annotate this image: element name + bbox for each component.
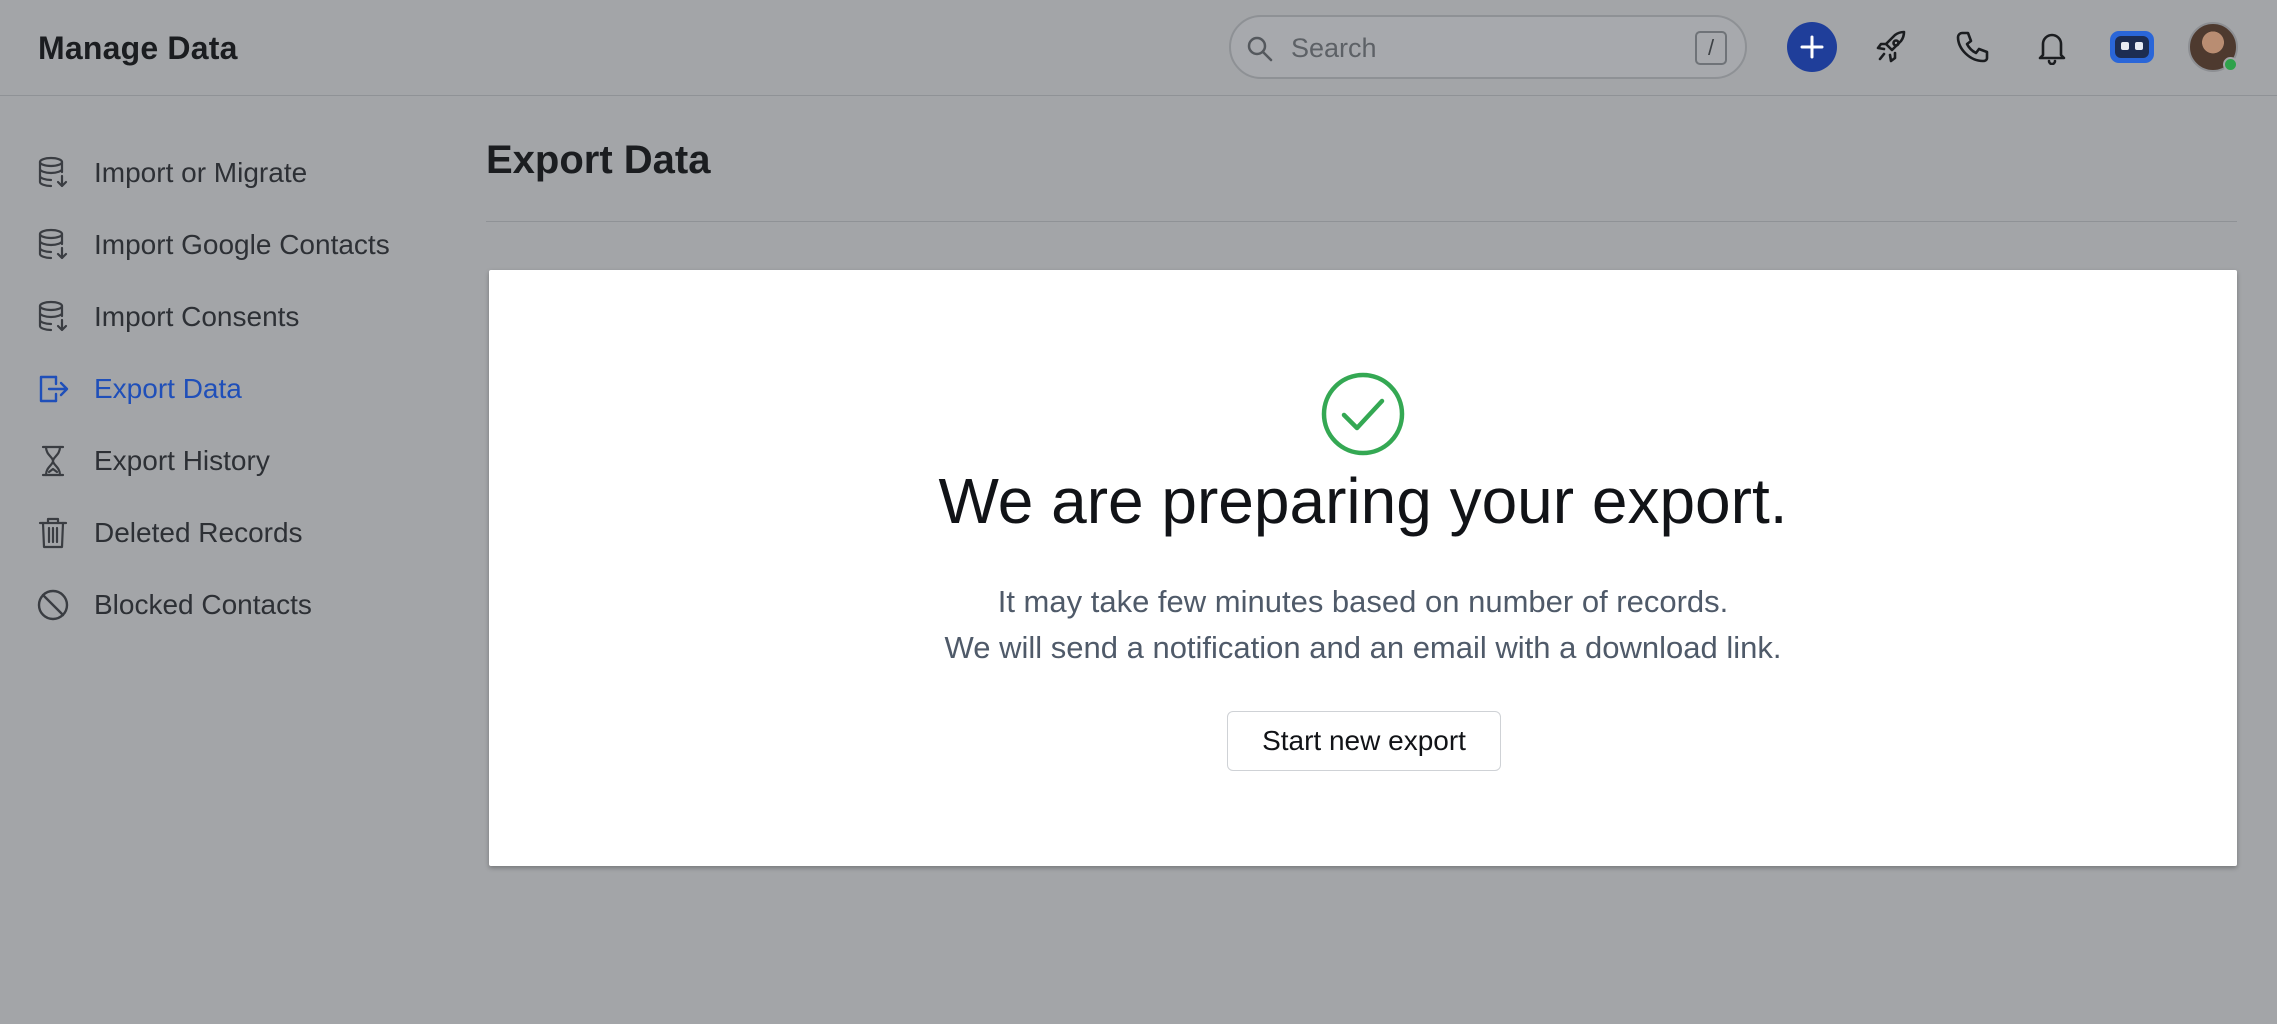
search-shortcut-key: / [1695,31,1727,65]
search-box[interactable]: Search / [1229,15,1747,79]
database-download-icon [38,300,68,332]
database-download-icon [38,156,68,188]
sidebar-item-label: Import or Migrate [94,157,308,188]
sidebar-item-label: Deleted Records [94,517,303,548]
sidebar-item-label: Export History [94,445,270,476]
sidebar-nav: Import or Migrate Import Google Contacts… [0,97,460,1024]
blocked-icon [37,589,69,621]
app-title: Manage Data [38,30,238,66]
start-new-export-button[interactable]: Start new export [1227,711,1501,771]
sidebar-item-label: Import Consents [94,301,300,332]
export-notification-line: We will send a notification and an email… [944,630,1782,665]
search-placeholder: Search [1291,33,1377,63]
bell-icon [2038,33,2066,65]
user-avatar[interactable] [2188,22,2238,72]
sidebar-item-import-consents[interactable]: Import Consents [36,291,456,343]
sidebar-item-import-google-contacts[interactable]: Import Google Contacts [36,219,456,271]
hourglass-icon [41,445,65,477]
search-icon [1247,36,1273,62]
export-info-line: It may take few minutes based on number … [997,584,1729,619]
check-circle-icon [1321,372,1405,456]
quick-start-button[interactable] [1867,22,1917,72]
sidebar-item-label: Export Data [94,373,242,404]
call-button[interactable] [1947,22,1997,72]
trash-icon [38,517,68,549]
export-status-card: We are preparing your export. It may tak… [489,270,2237,866]
top-header: Manage Data Search / [0,0,2277,96]
ai-agent-button[interactable] [2107,22,2157,72]
title-divider [486,221,2237,222]
export-icon [39,375,69,403]
sidebar-item-deleted-records[interactable]: Deleted Records [36,507,456,559]
sidebar-item-export-data[interactable]: Export Data [36,363,456,415]
notifications-button[interactable] [2027,22,2077,72]
online-status-dot [2223,57,2238,72]
rocket-icon [1876,30,1906,63]
sidebar-item-label: Blocked Contacts [94,589,312,620]
sidebar-item-label: Import Google Contacts [94,229,390,260]
agent-icon [2110,31,2154,63]
sidebar-item-import-or-migrate[interactable]: Import or Migrate [36,147,456,199]
sidebar-item-blocked-contacts[interactable]: Blocked Contacts [36,579,456,631]
sidebar-item-export-history[interactable]: Export History [36,435,456,487]
add-new-button[interactable] [1787,22,1837,72]
page-title: Export Data [486,138,711,182]
phone-icon [1956,31,1989,63]
plus-icon [1800,35,1824,59]
export-heading: We are preparing your export. [938,465,1788,537]
database-download-icon [38,228,68,260]
